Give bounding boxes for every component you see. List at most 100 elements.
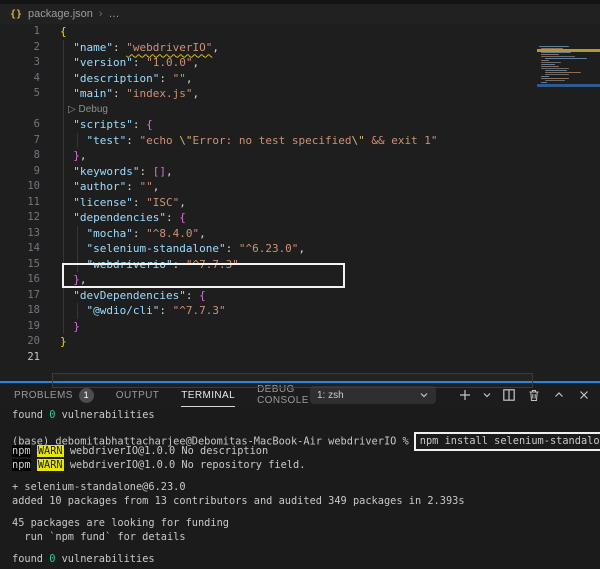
code-text: "license": "ISC", bbox=[73, 195, 186, 209]
line-number: 5 bbox=[33, 87, 40, 99]
indent-guide bbox=[63, 287, 64, 303]
line-number: 15 bbox=[27, 257, 40, 270]
code-line-10[interactable]: 10 "author": "", bbox=[0, 179, 600, 195]
indent-guide bbox=[63, 179, 64, 195]
maximize-panel-chevron-up-icon[interactable] bbox=[551, 387, 567, 403]
indent-guide bbox=[63, 194, 64, 210]
terminal-line-2: (base) debomitabhattacharjee@Debomitas-M… bbox=[12, 431, 600, 451]
line-number: 18 bbox=[27, 304, 40, 316]
indent-guide bbox=[63, 241, 64, 257]
code-text: "author": "", bbox=[73, 180, 160, 193]
code-line-5[interactable]: 5 "main": "index.js", bbox=[0, 86, 600, 102]
code-text: } bbox=[60, 335, 67, 348]
terminal-profile-label: 1: zsh bbox=[317, 389, 344, 401]
terminal-output[interactable]: found 0 vulnerabilities (base) debomitabh… bbox=[0, 407, 600, 569]
kill-terminal-trash-icon[interactable] bbox=[526, 387, 542, 403]
current-line-highlight bbox=[52, 373, 533, 388]
code-text: "test": "echo \"Error: no test specified… bbox=[86, 133, 438, 147]
breadcrumb[interactable]: {} package.json › … bbox=[0, 4, 600, 24]
code-text: { bbox=[60, 25, 67, 38]
code-line-16[interactable]: 16 }, bbox=[0, 272, 600, 288]
minimap[interactable] bbox=[537, 46, 600, 90]
close-panel-icon[interactable] bbox=[576, 387, 592, 403]
code-line-4[interactable]: 4 "description": "", bbox=[0, 70, 600, 86]
terminal-line-0: found 0 vulnerabilities bbox=[12, 409, 155, 421]
line-number: 12 bbox=[27, 211, 40, 223]
json-braces-icon: {} bbox=[10, 8, 23, 20]
code-text: } bbox=[73, 319, 80, 333]
line-number: 4 bbox=[33, 71, 40, 84]
code-line-12[interactable]: 12 "dependencies": { bbox=[0, 210, 600, 226]
minimap-warning-marker bbox=[537, 49, 600, 52]
problems-count-badge: 1 bbox=[78, 387, 94, 403]
indent-guide bbox=[63, 272, 64, 288]
code-line-8[interactable]: 8 }, bbox=[0, 148, 600, 164]
code-line-14[interactable]: 14 "selenium-standalone": "^6.23.0", bbox=[0, 241, 600, 257]
panel-actions: 1: zsh bbox=[310, 386, 592, 404]
code-text: "scripts": { bbox=[73, 118, 153, 131]
line-number: 10 bbox=[27, 180, 40, 192]
breadcrumb-symbol-ellipsis[interactable]: … bbox=[109, 8, 120, 20]
indent-guide bbox=[63, 163, 64, 179]
minimap-selection-marker bbox=[537, 84, 600, 87]
code-line-18[interactable]: 18 "@wdio/cli": "^7.7.3" bbox=[0, 303, 600, 319]
line-number: 7 bbox=[33, 133, 40, 146]
terminal-line-7: added 10 packages from 13 contributors a… bbox=[12, 494, 465, 507]
terminal-line-12: found 0 vulnerabilities bbox=[12, 553, 155, 565]
line-number: 13 bbox=[27, 226, 40, 239]
code-line-15[interactable]: 15 "webdriverio": "^7.7.3" bbox=[0, 256, 600, 272]
code-text: "selenium-standalone": "^6.23.0", bbox=[86, 242, 306, 255]
indent-guide bbox=[63, 70, 64, 86]
indent-guide bbox=[77, 241, 78, 257]
line-number: 6 bbox=[33, 118, 40, 130]
indent-guide bbox=[63, 256, 64, 272]
code-line-7[interactable]: 7 "test": "echo \"Error: no test specifi… bbox=[0, 132, 600, 148]
new-terminal-plus-icon[interactable] bbox=[457, 387, 473, 403]
terminal-profile-select[interactable]: 1: zsh bbox=[310, 386, 436, 404]
code-text: "devDependencies": { bbox=[73, 288, 206, 302]
code-line-11[interactable]: 11 "license": "ISC", bbox=[0, 194, 600, 210]
code-line-2[interactable]: 2 "name": "webdriverIO", bbox=[0, 39, 600, 55]
code-line-3[interactable]: 3 "version": "1.0.0", bbox=[0, 55, 600, 71]
breadcrumb-file[interactable]: package.json bbox=[28, 8, 93, 20]
code-text: "name": "webdriverIO", bbox=[73, 40, 219, 54]
code-text: "mocha": "^8.4.0", bbox=[86, 226, 206, 240]
code-line-1[interactable]: 1{ bbox=[0, 24, 600, 40]
indent-guide bbox=[63, 318, 64, 334]
split-terminal-icon[interactable] bbox=[501, 387, 517, 403]
editor-code: 1{2 "name": "webdriverIO", 3 "version": "… bbox=[0, 24, 600, 365]
indent-guide bbox=[63, 225, 64, 241]
code-line-6[interactable]: 6 "scripts": { bbox=[0, 117, 600, 133]
line-number: 21 bbox=[27, 350, 40, 363]
tab-label: OUTPUT bbox=[115, 389, 160, 401]
indent-guide bbox=[63, 101, 64, 117]
code-line-17[interactable]: 17 "devDependencies": { bbox=[0, 287, 600, 303]
code-line-19[interactable]: 19 } bbox=[0, 318, 600, 334]
indent-guide bbox=[63, 303, 64, 319]
line-number: 19 bbox=[27, 319, 40, 332]
indent-guide bbox=[63, 117, 64, 133]
codelens-debug[interactable]: ▷ Debug bbox=[0, 101, 600, 117]
code-line-13[interactable]: 13 "mocha": "^8.4.0", bbox=[0, 225, 600, 241]
terminal-line-4: npm WARN webdriverIO@1.0.0 No repository… bbox=[12, 458, 306, 471]
code-text: "keywords": [], bbox=[73, 164, 173, 178]
code-line-9[interactable]: 9 "keywords": [], bbox=[0, 163, 600, 179]
line-number: 9 bbox=[33, 164, 40, 177]
line-number: 8 bbox=[33, 149, 40, 161]
code-text: "webdriverio": "^7.7.3" bbox=[86, 257, 239, 271]
code-text: ▷ Debug bbox=[68, 103, 108, 115]
debug-play-icon: ▷ bbox=[68, 103, 79, 115]
chevron-down-icon bbox=[419, 390, 429, 400]
terminal-line-10: run `npm fund` for details bbox=[12, 530, 186, 543]
vscode-window: {} package.json › … 1{2 "name": "webdriv… bbox=[0, 0, 600, 569]
terminal-profile-chevron-icon[interactable] bbox=[482, 387, 492, 403]
editor[interactable]: 1{2 "name": "webdriverIO", 3 "version": "… bbox=[0, 24, 600, 388]
code-line-20[interactable]: 20} bbox=[0, 334, 600, 350]
code-line-21[interactable]: 21 bbox=[0, 350, 600, 366]
indent-guide bbox=[63, 210, 64, 226]
indent-guide bbox=[77, 256, 78, 272]
